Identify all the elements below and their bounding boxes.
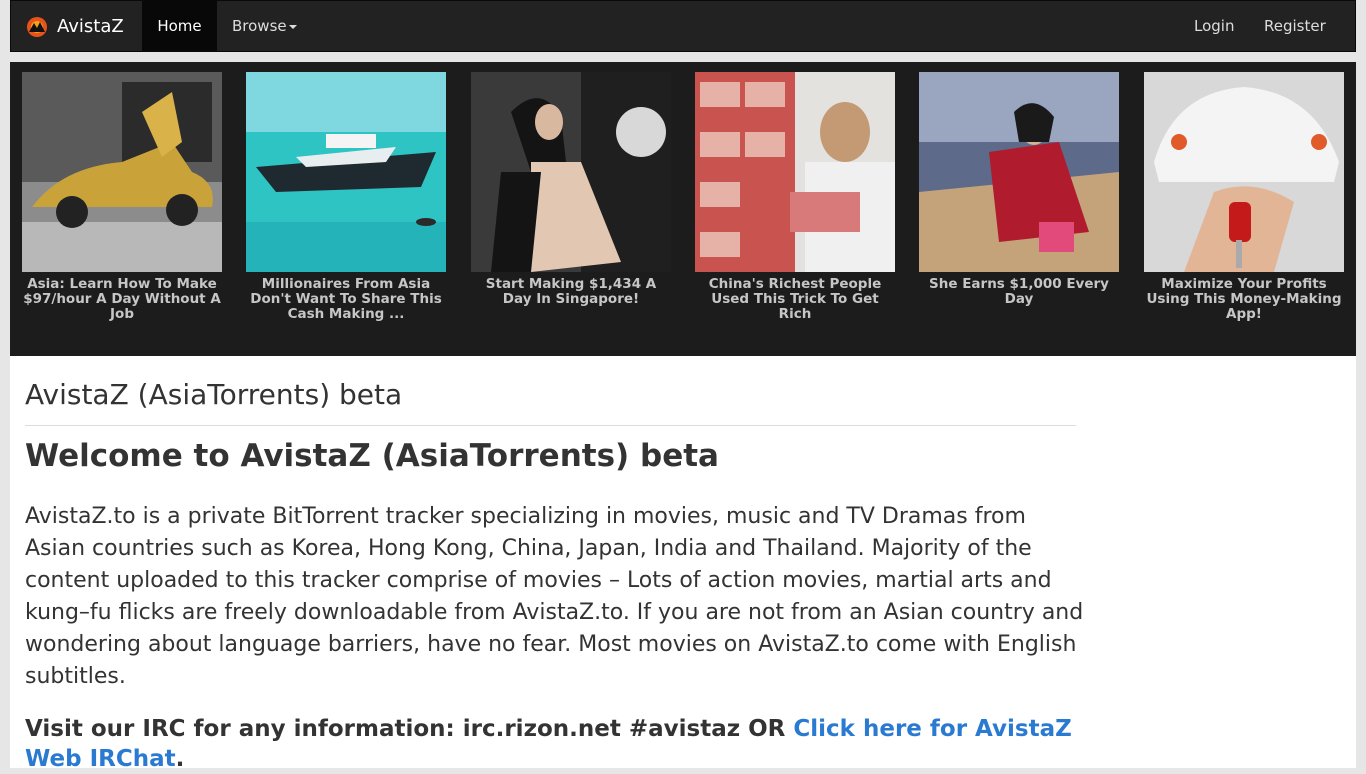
top-navbar: AvistaZ Home Browse Login Register [10, 0, 1356, 52]
ad-image-gold-car [22, 72, 222, 272]
irc-info-end: . [175, 746, 185, 772]
ad-tile[interactable]: She Earns $1,000 Every Day [919, 72, 1119, 307]
ad-title: She Earns $1,000 Every Day [929, 276, 1109, 307]
brand-name: AvistaZ [57, 15, 124, 37]
ad-image-man-with-cash [695, 72, 895, 272]
ad-image-yacht [246, 72, 446, 272]
irc-info: Visit our IRC for any information: irc.r… [25, 714, 1085, 774]
sponsored-ads-strip: Asia: Learn How To Make $97/hour A Day W… [10, 62, 1356, 356]
avistaz-logo-icon [27, 17, 47, 37]
ad-tile[interactable]: Asia: Learn How To Make $97/hour A Day W… [22, 72, 222, 322]
nav-register[interactable]: Register [1249, 1, 1341, 51]
nav-browse-dropdown[interactable]: Browse [217, 1, 312, 51]
irc-info-text: Visit our IRC for any information: irc.r… [25, 716, 794, 742]
ad-title: Start Making $1,434 A Day In Singapore! [485, 276, 657, 307]
ad-tile[interactable]: Millionaires From Asia Don't Want To Sha… [246, 72, 446, 322]
caret-down-icon [288, 24, 297, 29]
ad-title: Asia: Learn How To Make $97/hour A Day W… [23, 276, 221, 322]
ad-image-hand-with-key [1144, 72, 1344, 272]
intro-paragraph: AvistaZ.to is a private BitTorrent track… [25, 504, 1084, 689]
nav-login[interactable]: Login [1179, 1, 1249, 51]
ad-title: Maximize Your Profits Using This Money-M… [1146, 276, 1342, 322]
ad-image-woman-in-convertible [919, 72, 1119, 272]
main-content: AvistaZ (AsiaTorrents) beta Welcome to A… [10, 356, 1356, 772]
brand-link[interactable]: AvistaZ [25, 1, 124, 51]
ad-title: Millionaires From Asia Don't Want To Sha… [250, 276, 442, 322]
ad-tile[interactable]: Start Making $1,434 A Day In Singapore! [471, 72, 671, 307]
ad-tile[interactable]: China's Richest People Used This Trick T… [695, 72, 895, 322]
page-title: AvistaZ (AsiaTorrents) beta [25, 378, 403, 411]
welcome-heading: Welcome to AvistaZ (AsiaTorrents) beta [25, 438, 719, 474]
ad-title: China's Richest People Used This Trick T… [708, 276, 882, 322]
nav-home[interactable]: Home [142, 1, 217, 51]
nav-browse-label: Browse [232, 17, 287, 35]
ad-tile[interactable]: Maximize Your Profits Using This Money-M… [1144, 72, 1344, 322]
ad-image-woman-in-car [471, 72, 671, 272]
title-divider [25, 425, 1076, 426]
